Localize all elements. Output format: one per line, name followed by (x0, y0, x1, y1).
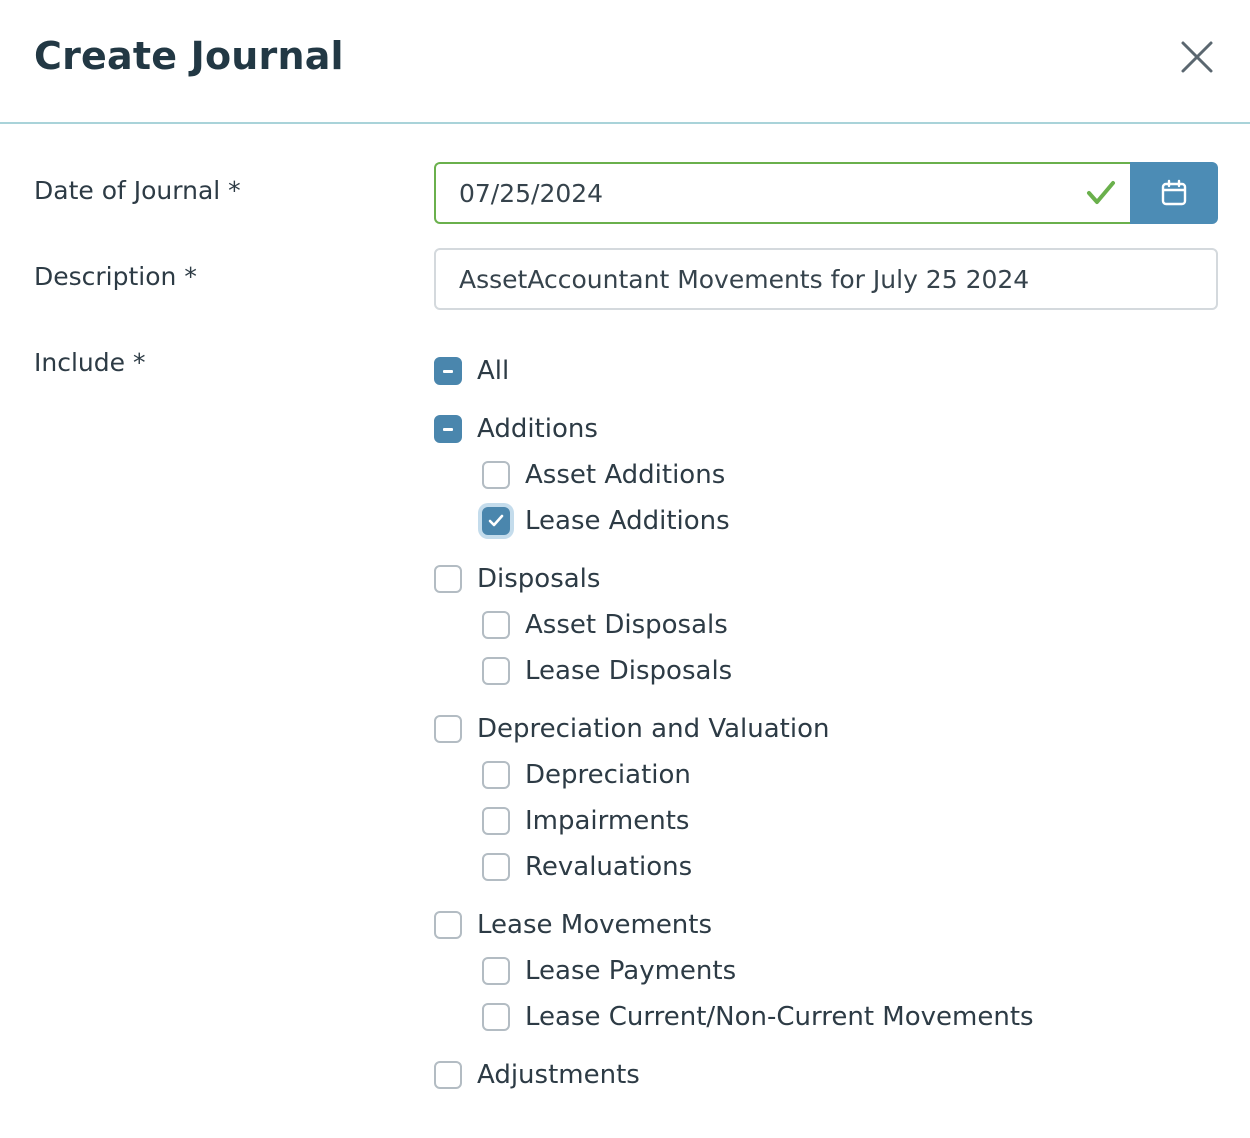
dialog-header: Create Journal (0, 0, 1250, 124)
option-label: Lease Disposals (525, 656, 733, 686)
checkbox[interactable] (482, 461, 510, 489)
option-label: Asset Disposals (525, 610, 728, 640)
checkbox[interactable] (434, 911, 462, 939)
indeterminate-dash-icon (443, 428, 453, 431)
create-journal-dialog: Create Journal Date of Journal * Descrip… (0, 0, 1250, 1138)
checkbox[interactable] (482, 957, 510, 985)
close-button[interactable] (1176, 36, 1218, 78)
option-label: Lease Current/Non-Current Movements (525, 1002, 1034, 1032)
option-label: Impairments (525, 806, 690, 836)
option-label: Additions (477, 414, 598, 444)
date-label: Date of Journal * (34, 176, 241, 205)
checkbox[interactable] (434, 415, 462, 443)
checkbox[interactable] (434, 1061, 462, 1089)
option-label: Adjustments (477, 1060, 640, 1090)
date-picker (434, 162, 1218, 224)
checkbox[interactable] (482, 807, 510, 835)
checkbox[interactable] (482, 761, 510, 789)
option-label: Asset Additions (525, 460, 726, 490)
calendar-icon (1161, 179, 1187, 206)
dialog-title: Create Journal (34, 34, 344, 78)
option-label: Revaluations (525, 852, 693, 882)
close-icon (1181, 41, 1213, 73)
indeterminate-dash-icon (443, 370, 453, 373)
check-icon (488, 514, 504, 527)
checkbox[interactable] (434, 715, 462, 743)
calendar-button[interactable] (1130, 162, 1218, 224)
checkbox[interactable] (434, 357, 462, 385)
checkbox[interactable] (482, 657, 510, 685)
option-label: Depreciation and Valuation (477, 714, 830, 744)
description-input[interactable] (434, 248, 1218, 310)
option-label: Lease Additions (525, 506, 730, 536)
option-label: Disposals (477, 564, 601, 594)
checkbox[interactable] (482, 853, 510, 881)
checkmark-icon (1087, 181, 1115, 204)
include-label: Include * (34, 348, 146, 377)
checkbox[interactable] (482, 507, 510, 535)
option-label: Lease Payments (525, 956, 737, 986)
option-label: All (477, 356, 510, 386)
checkbox[interactable] (482, 1003, 510, 1031)
description-label: Description * (34, 262, 197, 291)
checkbox[interactable] (482, 611, 510, 639)
date-input[interactable] (434, 162, 1131, 224)
option-label: Depreciation (525, 760, 691, 790)
option-label: Lease Movements (477, 910, 713, 940)
checkbox[interactable] (434, 565, 462, 593)
